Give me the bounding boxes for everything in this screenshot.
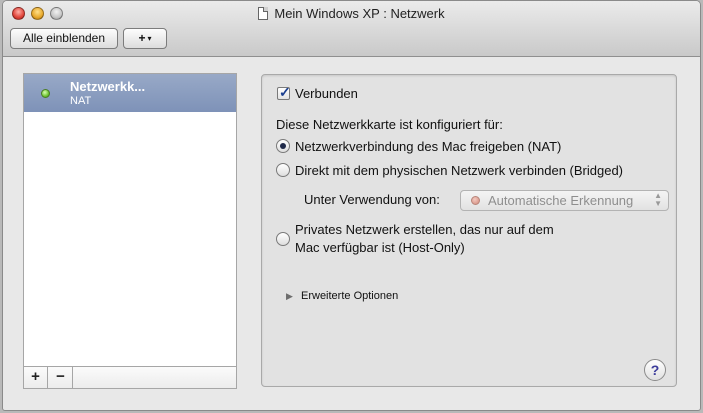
- preferences-window: Mein Windows XP : Netzwerk Alle einblend…: [2, 0, 701, 411]
- connected-checkbox[interactable]: ✓: [277, 84, 291, 100]
- configured-for-label: Diese Netzwerkkarte ist konfiguriert für…: [276, 117, 503, 132]
- add-menu-label: +: [138, 31, 146, 45]
- list-item[interactable]: Netzwerkk... NAT: [24, 74, 236, 112]
- title-bar[interactable]: Mein Windows XP : Netzwerk Alle einblend…: [3, 1, 700, 57]
- add-adapter-button[interactable]: +: [24, 367, 48, 388]
- network-adapter-list[interactable]: Netzwerkk... NAT + −: [23, 73, 237, 389]
- nat-label[interactable]: Netzwerkverbindung des Mac freigeben (NA…: [295, 139, 561, 154]
- advanced-options-toggle[interactable]: Erweiterte Optionen: [301, 290, 398, 302]
- add-menu-button[interactable]: + ▾: [123, 28, 167, 49]
- window-title: Mein Windows XP : Netzwerk: [3, 6, 700, 21]
- checkmark-icon: ✓: [279, 84, 291, 100]
- host-only-label-line2[interactable]: Mac verfügbar ist (Host-Only): [295, 240, 465, 255]
- remove-adapter-button[interactable]: −: [49, 367, 73, 388]
- help-button[interactable]: ?: [644, 359, 666, 381]
- host-only-label-line1[interactable]: Privates Netzwerk erstellen, das nur auf…: [295, 222, 554, 237]
- document-icon: [258, 7, 269, 20]
- status-indicator-icon: [41, 89, 50, 98]
- select-arrows-icon: ▲ ▼: [654, 191, 662, 208]
- disclosure-triangle-icon[interactable]: ▶: [286, 291, 293, 302]
- host-only-radio[interactable]: [276, 232, 290, 246]
- adapter-mode: NAT: [70, 95, 92, 107]
- connected-label: Verbunden: [295, 86, 358, 101]
- using-label: Unter Verwendung von:: [304, 192, 440, 207]
- bridged-radio[interactable]: [276, 163, 290, 177]
- chevron-down-icon: ▾: [147, 34, 152, 43]
- window-title-text: Mein Windows XP : Netzwerk: [274, 6, 445, 21]
- show-all-button[interactable]: Alle einblenden: [10, 28, 118, 49]
- detection-select-value: Automatische Erkennung: [488, 193, 634, 208]
- nat-radio[interactable]: [276, 139, 290, 153]
- bridged-label[interactable]: Direkt mit dem physischen Netzwerk verbi…: [295, 163, 623, 178]
- detection-select: Automatische Erkennung ▲ ▼: [460, 190, 669, 211]
- list-footer: + −: [24, 366, 236, 388]
- adapter-name: Netzwerkk...: [70, 79, 146, 94]
- adapter-settings-panel: ✓ Verbunden Diese Netzwerkkarte ist konf…: [261, 74, 677, 387]
- status-indicator-icon: [471, 196, 480, 205]
